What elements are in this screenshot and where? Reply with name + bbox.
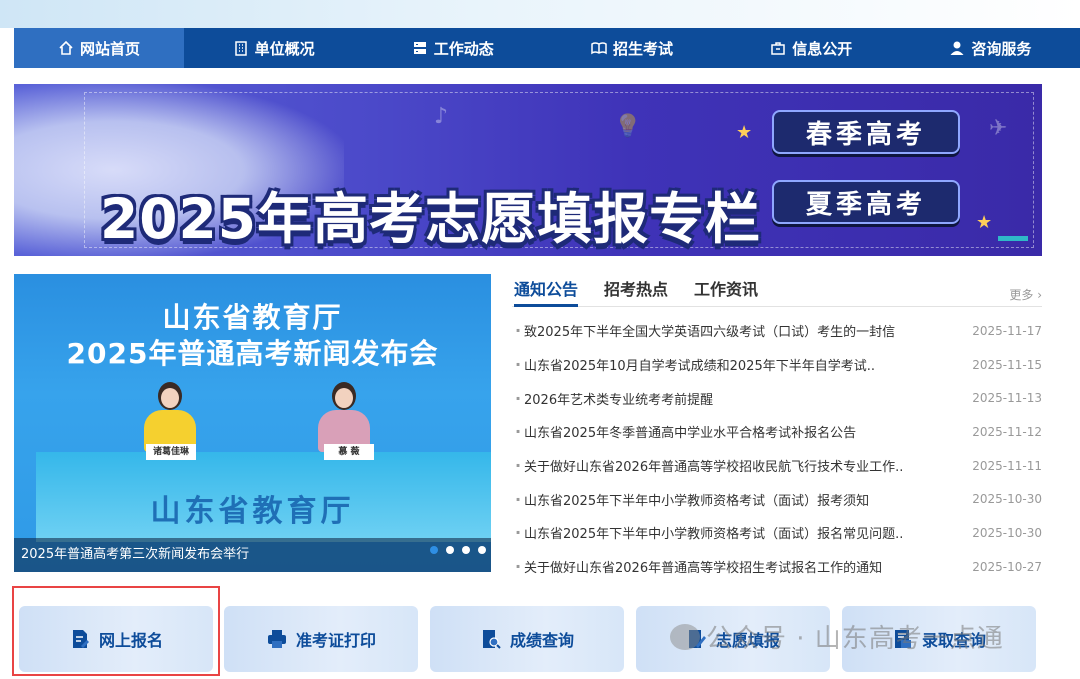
nav-item-label: 招生考试 (613, 39, 674, 58)
nav-item-home[interactable]: 网站首页 (14, 28, 184, 68)
carousel-dot[interactable] (478, 546, 486, 554)
nav-item-label: 网站首页 (79, 39, 140, 58)
summer-gaokao-button[interactable]: 夏季高考 (772, 180, 960, 224)
nav-item-disclosure[interactable]: 信息公开 (722, 28, 901, 68)
wechat-icon (670, 623, 700, 650)
main-nav: 网站首页 单位概况 工作动态 招生考试 信息公开 咨询服务 (14, 28, 1080, 68)
news-date: 2025-10-30 (972, 525, 1042, 540)
carousel-dot[interactable] (446, 546, 454, 554)
news-date: 2025-10-30 (972, 492, 1042, 507)
watermark: 公众号 · 山东高考一点通 (670, 618, 1004, 655)
admission-ticket-print-button[interactable]: 准考证打印 (224, 606, 418, 672)
carousel-heading-1: 山东省教育厅 (162, 301, 343, 334)
news-title: 山东省2025年下半年中小学教师资格考试（面试）报考须知 (524, 493, 870, 509)
news-title: 山东省2025年冬季普通高中学业水平合格考试补报名公告 (524, 426, 857, 442)
nameplate-left: 诸葛佳琳 (146, 444, 196, 460)
news-title: 致2025年下半年全国大学英语四六级考试（口试）考生的一封信 (524, 325, 896, 341)
carousel-dot[interactable] (430, 546, 438, 554)
list-item[interactable]: 山东省2025年10月自学考试成绩和2025年下半年自学考试.. 2025-11-… (512, 348, 1042, 382)
nameplate-right: 慕 薇 (324, 444, 374, 460)
news-date: 2025-10-27 (972, 559, 1042, 574)
list-item[interactable]: 山东省2025年冬季普通高中学业水平合格考试补报名公告 2025-11-12 (512, 415, 1042, 449)
news-tabs: 通知公告 招考热点 工作资讯 更多 › (512, 274, 1042, 307)
news-title: 2026年艺术类专业统考考前提醒 (524, 392, 714, 408)
list-item[interactable]: 山东省2025年下半年中小学教师资格考试（面试）报名常见问题.. 2025-10-… (512, 516, 1042, 550)
list-item[interactable]: 2026年艺术类专业统考考前提醒 2025-11-13 (512, 381, 1042, 415)
tab-notices[interactable]: 通知公告 (514, 276, 579, 307)
news-list: 致2025年下半年全国大学英语四六级考试（口试）考生的一封信 2025-11-17… (512, 314, 1042, 584)
edit-doc-icon (69, 628, 91, 650)
nav-item-label: 工作动态 (433, 39, 494, 58)
nav-item-work-news[interactable]: 工作动态 (363, 28, 542, 68)
watermark-text: 公众号 · 山东高考一点通 (706, 624, 1004, 654)
nav-item-consult[interactable]: 咨询服务 (901, 28, 1080, 68)
lightbulb-icon: 💡 (614, 114, 642, 139)
nav-item-exams[interactable]: 招生考试 (542, 28, 721, 68)
printer-icon (266, 628, 288, 650)
star-icon: ★ (736, 122, 753, 143)
tab-hot-topics[interactable]: 招考热点 (604, 276, 668, 300)
list-item[interactable]: 致2025年下半年全国大学英语四六级考试（口试）考生的一封信 2025-11-17 (512, 314, 1042, 348)
nav-item-label: 咨询服务 (971, 39, 1032, 58)
news-date: 2025-11-13 (972, 391, 1042, 406)
gaokao-banner[interactable]: 💡 ▭ ♪ ✈ ★ ★ 2025年高考志愿填报专栏 春季高考 夏季高考 (14, 84, 1042, 256)
news-date: 2025-11-12 (972, 424, 1042, 439)
quick-label: 准考证打印 (295, 631, 376, 650)
nav-item-label: 信息公开 (792, 39, 853, 58)
news-title: 关于做好山东省2026年普通高等学校招收民航飞行技术专业工作.. (524, 460, 904, 476)
user-icon (949, 40, 965, 56)
star-icon: ★ (976, 212, 993, 233)
music-icon: ♪ (434, 104, 449, 129)
carousel-dot[interactable] (462, 546, 470, 554)
nav-item-label: 单位概况 (254, 39, 315, 58)
banner-title: 2025年高考志愿填报专栏 (100, 187, 762, 251)
carousel-dots (430, 546, 486, 554)
tab-work-info[interactable]: 工作资讯 (694, 276, 758, 300)
server-icon (412, 40, 428, 56)
news-title: 山东省2025年10月自学考试成绩和2025年下半年自学考试.. (524, 359, 875, 375)
more-link[interactable]: 更多 › (1009, 286, 1042, 303)
speaker-left (140, 382, 200, 452)
banner-accent-bar (998, 236, 1028, 241)
carousel-caption[interactable]: 2025年普通高考第三次新闻发布会举行 (14, 538, 491, 572)
list-item[interactable]: 关于做好山东省2026年普通高等学校招收民航飞行技术专业工作.. 2025-11-… (512, 449, 1042, 483)
book-icon (591, 40, 607, 56)
more-label: 更多 (1009, 288, 1034, 302)
news-title: 关于做好山东省2026年普通高等学校招生考试报名工作的通知 (524, 561, 883, 577)
news-date: 2025-11-17 (972, 323, 1042, 338)
nav-item-overview[interactable]: 单位概况 (184, 28, 363, 68)
search-doc-icon (480, 628, 502, 650)
briefcase-icon (770, 40, 786, 56)
home-icon (58, 40, 74, 56)
score-query-button[interactable]: 成绩查询 (430, 606, 624, 672)
chevron-right-icon: › (1037, 288, 1042, 302)
carousel-heading-2: 2025年普通高考新闻发布会 (66, 337, 439, 370)
building-icon (233, 40, 249, 56)
quick-label: 成绩查询 (509, 631, 574, 650)
top-header-strip (0, 0, 1080, 28)
news-date: 2025-11-11 (972, 458, 1042, 473)
quick-label: 网上报名 (98, 631, 163, 650)
list-item[interactable]: 关于做好山东省2026年普通高等学校招生考试报名工作的通知 2025-10-27 (512, 550, 1042, 584)
spring-gaokao-button[interactable]: 春季高考 (772, 110, 960, 154)
desk-banner-text: 山东省教育厅 (150, 494, 355, 529)
list-item[interactable]: 山东省2025年下半年中小学教师资格考试（面试）报考须知 2025-10-30 (512, 482, 1042, 516)
news-title: 山东省2025年下半年中小学教师资格考试（面试）报名常见问题.. (524, 527, 904, 543)
online-registration-button[interactable]: 网上报名 (19, 606, 213, 672)
news-carousel[interactable]: 山东省教育厅 2025年普通高考新闻发布会 诸葛佳琳 慕 薇 山东省教育厅 20… (14, 274, 491, 572)
speaker-right (314, 382, 374, 452)
news-date: 2025-11-15 (972, 357, 1042, 372)
news-panel: 通知公告 招考热点 工作资讯 更多 › 致2025年下半年全国大学英语四六级考试… (512, 274, 1042, 584)
paper-plane-icon: ✈ (989, 116, 1008, 141)
